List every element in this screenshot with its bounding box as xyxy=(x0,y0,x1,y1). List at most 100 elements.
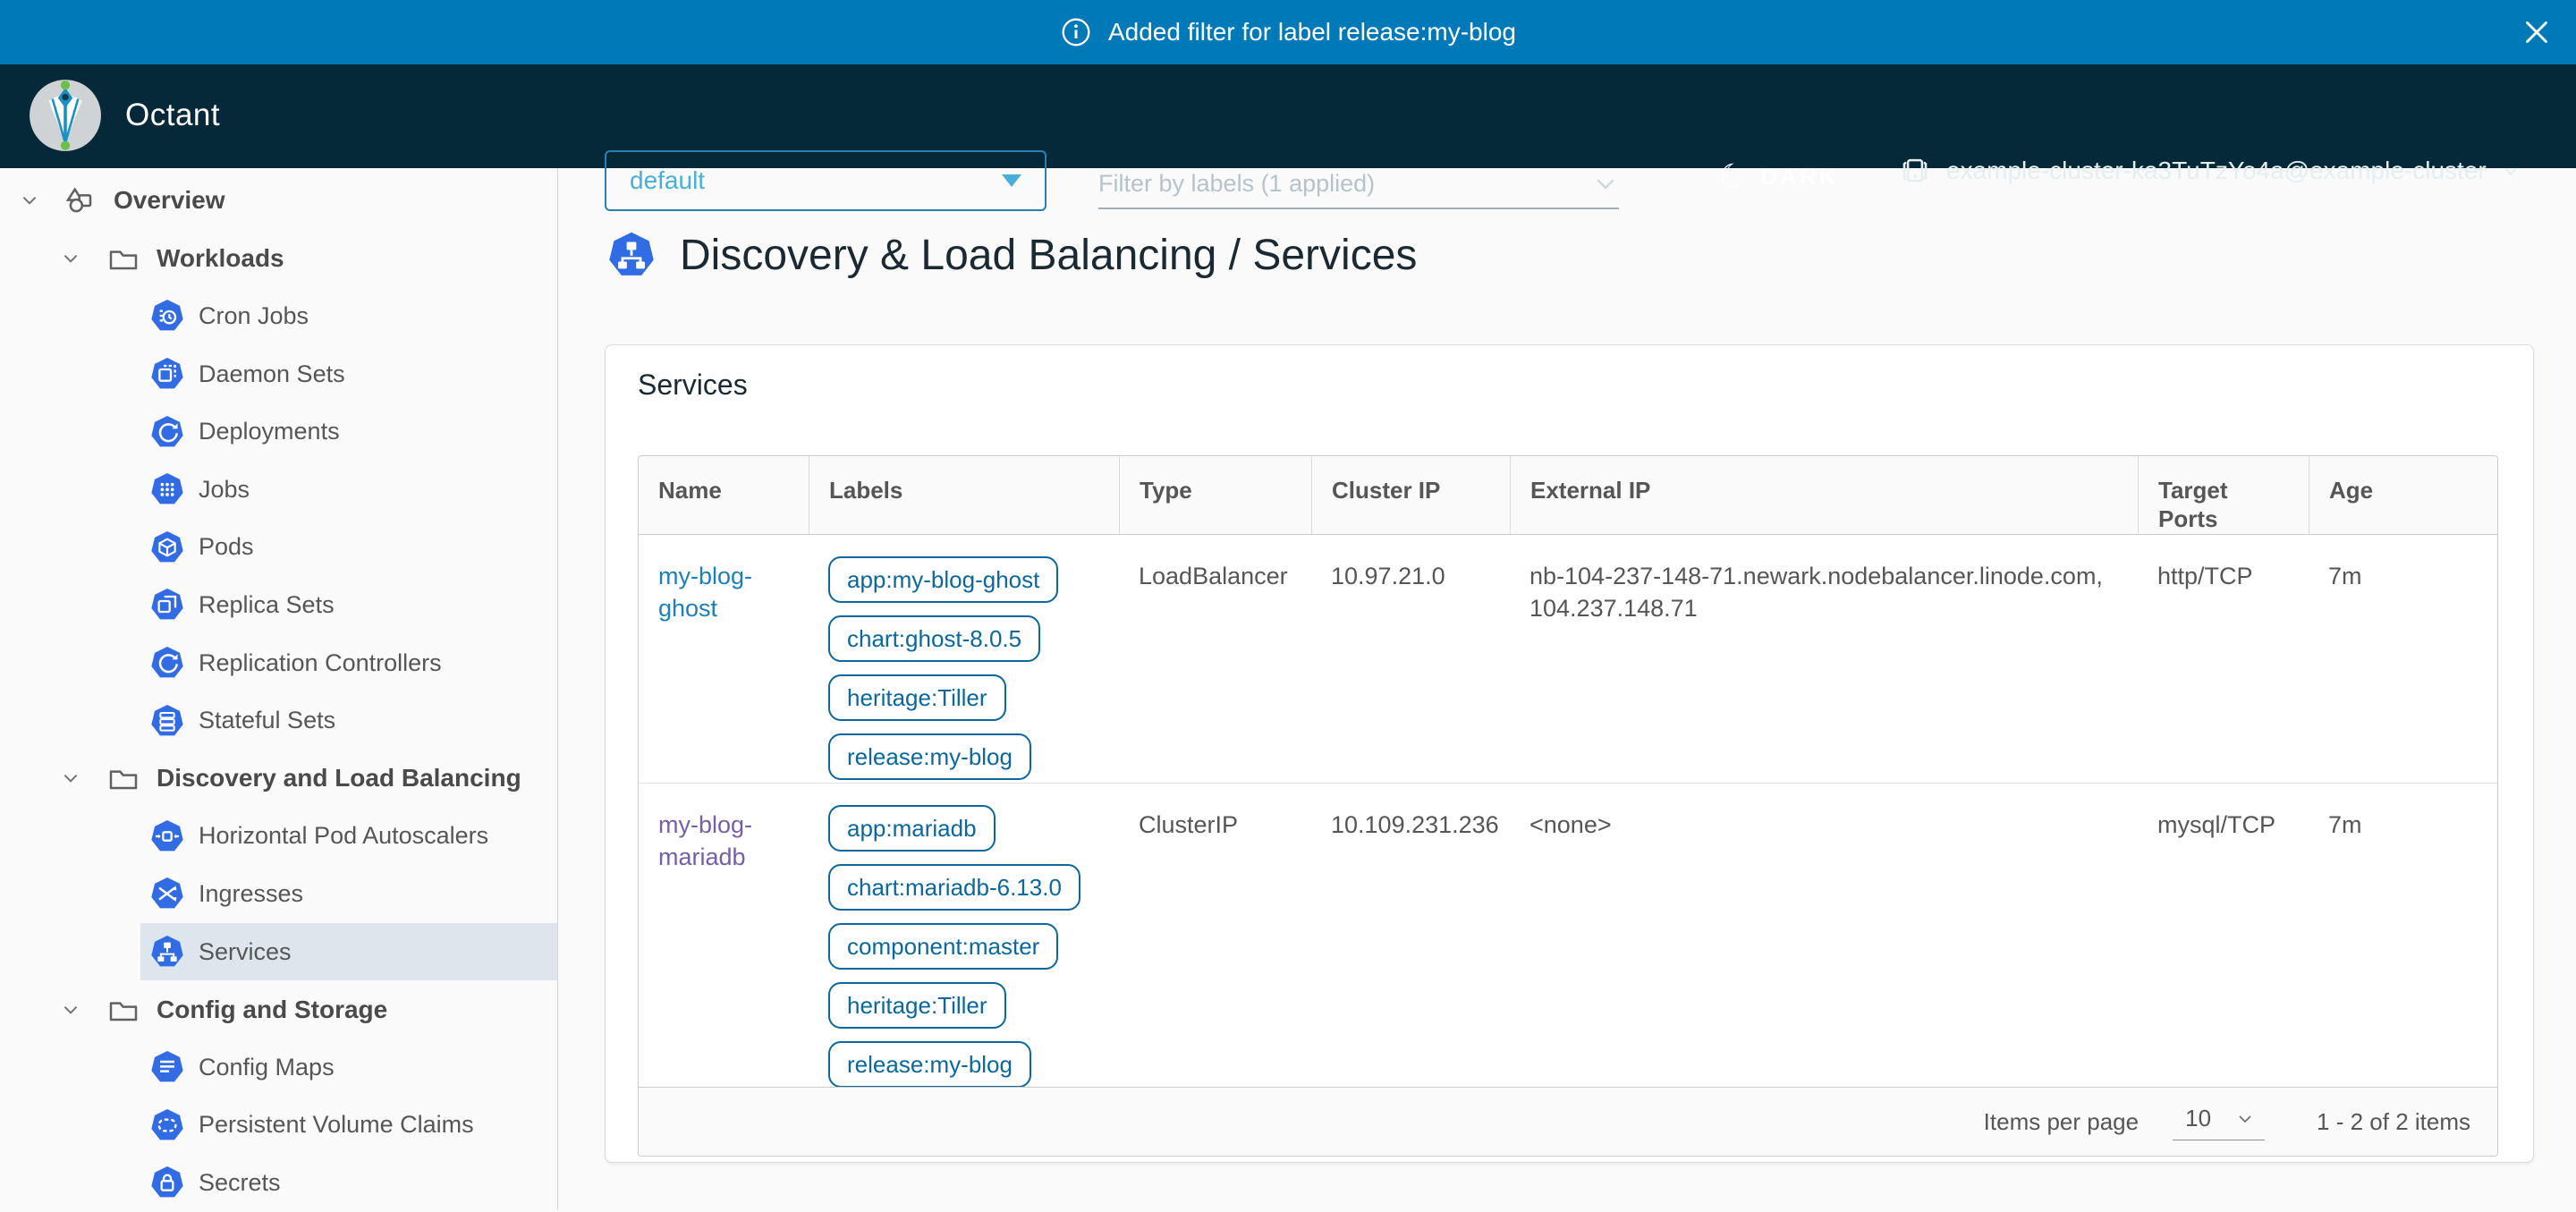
persistent-volume-claims-icon xyxy=(149,1107,185,1143)
info-banner: Added filter for label release:my-blog xyxy=(0,0,2576,64)
sidebar-item-cron-jobs[interactable]: Cron Jobs xyxy=(140,287,557,345)
octant-logo-icon xyxy=(27,77,104,154)
column-header-age[interactable]: Age xyxy=(2309,456,2498,534)
services-card: Services Name Labels Type Cluster IP Ext… xyxy=(605,344,2534,1163)
services-icon xyxy=(149,934,185,970)
table-header-row: Name Labels Type Cluster IP External IP … xyxy=(639,456,2497,535)
cron-jobs-icon xyxy=(149,298,185,334)
page-title: Discovery & Load Balancing / Services xyxy=(606,229,1417,281)
table-row: my-blog-mariadb app:mariadb chart:mariad… xyxy=(639,783,2497,1087)
chevron-down-icon xyxy=(1592,170,1619,197)
sidebar-section-discovery-load-balancing[interactable]: Discovery and Load Balancing xyxy=(0,750,557,808)
namespace-select[interactable]: default xyxy=(605,150,1046,211)
sidebar-item-persistent-volume-claims[interactable]: Persistent Volume Claims xyxy=(140,1097,557,1155)
external-ip-cell: nb-104-237-148-71.newark.nodebalancer.li… xyxy=(1510,535,2138,800)
daemon-sets-icon xyxy=(149,356,185,392)
chevron-down-icon xyxy=(2501,161,2521,181)
chevron-down-icon xyxy=(2234,1108,2256,1130)
chevron-down-icon xyxy=(20,191,39,210)
sidebar-item-overview[interactable]: Overview xyxy=(0,172,557,230)
column-header-type[interactable]: Type xyxy=(1119,456,1311,534)
sidebar-section-workloads[interactable]: Workloads xyxy=(0,230,557,288)
target-ports-cell: mysql/TCP xyxy=(2138,784,2309,1107)
sidebar-item-ingresses[interactable]: Ingresses xyxy=(140,865,557,923)
theme-toggle-button[interactable]: ☾ DARK xyxy=(1719,157,1838,195)
column-header-external-ip[interactable]: External IP xyxy=(1510,456,2138,534)
target-ports-cell: http/TCP xyxy=(2138,535,2309,800)
services-title-icon xyxy=(606,229,657,281)
namespace-value: default xyxy=(630,166,705,195)
ingresses-icon xyxy=(149,876,185,911)
label-filter-text: Filter by labels (1 applied) xyxy=(1098,170,1375,198)
horizontal-pod-autoscalers-icon xyxy=(149,818,185,854)
banner-message: Added filter for label release:my-blog xyxy=(1108,18,1516,47)
column-header-target-ports[interactable]: Target Ports xyxy=(2138,456,2309,534)
sidebar-item-deployments[interactable]: Deployments xyxy=(140,403,557,461)
sidebar-item-pods[interactable]: Pods xyxy=(140,519,557,577)
replica-sets-icon xyxy=(149,587,185,623)
cluster-value: example-cluster-ka3TuTzYo4a@example-clus… xyxy=(1946,157,2487,185)
card-title: Services xyxy=(638,369,748,402)
type-cell: ClusterIP xyxy=(1119,784,1311,1107)
label-pill[interactable]: app:mariadb xyxy=(828,805,996,852)
label-pill[interactable]: heritage:Tiller xyxy=(828,982,1006,1029)
folder-icon xyxy=(106,992,141,1028)
service-link[interactable]: my-blog-ghost xyxy=(658,563,752,622)
app-name: Octant xyxy=(125,97,220,133)
sidebar-item-stateful-sets[interactable]: Stateful Sets xyxy=(140,691,557,750)
cluster-selector[interactable]: example-cluster-ka3TuTzYo4a@example-clus… xyxy=(1898,154,2521,188)
services-table: Name Labels Type Cluster IP External IP … xyxy=(638,455,2498,1157)
label-pill[interactable]: heritage:Tiller xyxy=(828,674,1006,721)
chevron-down-icon xyxy=(61,1000,80,1020)
moon-icon: ☾ xyxy=(1716,155,1751,198)
sidebar-item-secrets[interactable]: Secrets xyxy=(140,1154,557,1212)
service-link[interactable]: my-blog-mariadb xyxy=(658,811,752,870)
table-row: my-blog-ghost app:my-blog-ghost chart:gh… xyxy=(639,535,2497,783)
items-per-page-label: Items per page xyxy=(1984,1108,2139,1136)
sidebar-item-config-maps[interactable]: Config Maps xyxy=(140,1038,557,1097)
dropdown-caret-icon xyxy=(1002,174,1021,187)
cluster-icon xyxy=(1898,154,1932,188)
config-maps-icon xyxy=(149,1049,185,1085)
items-per-page-value: 10 xyxy=(2185,1105,2211,1132)
type-cell: LoadBalancer xyxy=(1119,535,1311,800)
stateful-sets-icon xyxy=(149,703,185,739)
sidebar-item-jobs[interactable]: Jobs xyxy=(140,461,557,519)
label-pill[interactable]: chart:mariadb-6.13.0 xyxy=(828,864,1080,911)
items-per-page-select[interactable]: 10 xyxy=(2173,1103,2265,1140)
cluster-ip-cell: 10.97.21.0 xyxy=(1311,535,1510,800)
age-cell: 7m xyxy=(2309,535,2498,800)
replication-controllers-icon xyxy=(149,645,185,681)
column-header-labels[interactable]: Labels xyxy=(809,456,1119,534)
label-pill[interactable]: app:my-blog-ghost xyxy=(828,556,1058,603)
cluster-ip-cell: 10.109.231.236 xyxy=(1311,784,1510,1107)
sidebar-item-daemon-sets[interactable]: Daemon Sets xyxy=(140,345,557,403)
sidebar-item-horizontal-pod-autoscalers[interactable]: Horizontal Pod Autoscalers xyxy=(140,808,557,866)
theme-toggle-label: DARK xyxy=(1760,163,1838,191)
column-header-cluster-ip[interactable]: Cluster IP xyxy=(1311,456,1510,534)
info-icon xyxy=(1060,16,1092,48)
close-icon[interactable] xyxy=(2517,13,2556,52)
deployments-icon xyxy=(149,414,185,450)
label-pill[interactable]: chart:ghost-8.0.5 xyxy=(828,615,1040,662)
table-pagination: Items per page 10 1 - 2 of 2 items xyxy=(639,1087,2497,1156)
sidebar-item-replication-controllers[interactable]: Replication Controllers xyxy=(140,634,557,692)
pagination-range: 1 - 2 of 2 items xyxy=(2317,1108,2470,1136)
chevron-down-icon xyxy=(61,768,80,788)
label-pill[interactable]: component:master xyxy=(828,923,1058,970)
secrets-icon xyxy=(149,1165,185,1200)
sidebar-item-replica-sets[interactable]: Replica Sets xyxy=(140,576,557,634)
folder-icon xyxy=(106,241,141,276)
sidebar-item-services[interactable]: Services xyxy=(140,923,557,981)
sidebar-section-config-and-storage[interactable]: Config and Storage xyxy=(0,980,557,1038)
overview-icon xyxy=(63,182,98,218)
label-pill[interactable]: release:my-blog xyxy=(828,733,1031,780)
app-header: Octant default Filter by labels (1 appli… xyxy=(0,64,2576,168)
label-filter-select[interactable]: Filter by labels (1 applied) xyxy=(1098,159,1619,209)
column-header-name[interactable]: Name xyxy=(639,456,809,534)
age-cell: 7m xyxy=(2309,784,2498,1107)
jobs-icon xyxy=(149,471,185,507)
folder-icon xyxy=(106,760,141,796)
pods-icon xyxy=(149,530,185,565)
label-pill[interactable]: release:my-blog xyxy=(828,1041,1031,1088)
